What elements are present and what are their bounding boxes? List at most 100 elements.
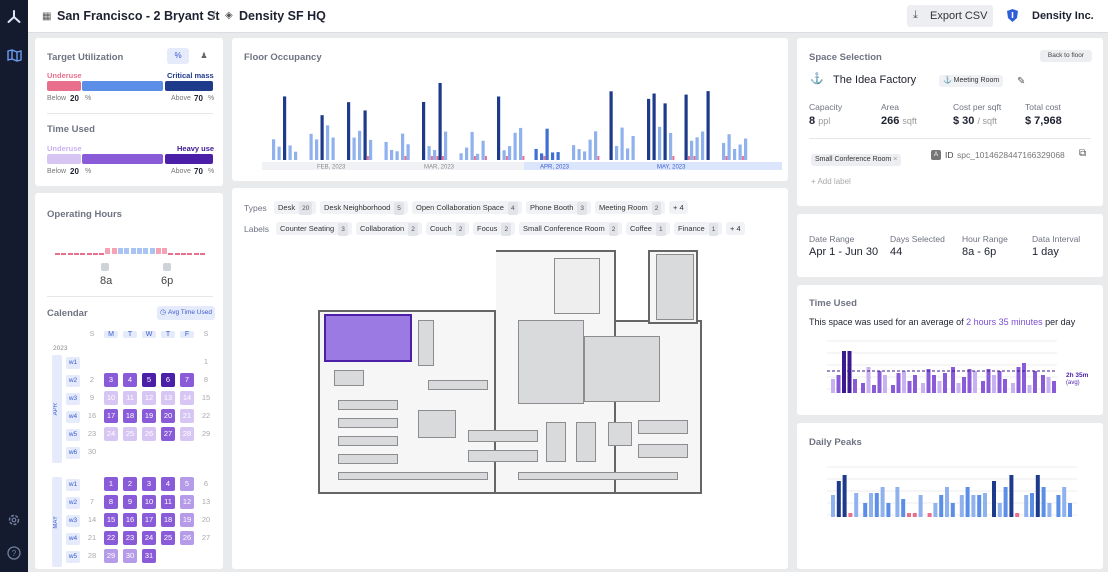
add-label-button[interactable]: + Add label <box>811 177 851 186</box>
desk-cluster[interactable] <box>638 444 688 458</box>
hour-segment[interactable] <box>174 253 180 255</box>
desk-cluster[interactable] <box>468 430 538 442</box>
time-used-bar[interactable] <box>1022 363 1026 393</box>
hour-segment[interactable] <box>143 248 149 254</box>
hour-segment[interactable] <box>181 253 186 255</box>
desk-cluster[interactable] <box>334 370 364 386</box>
occupancy-bar[interactable] <box>438 82 442 160</box>
calendar-day[interactable]: 23 <box>85 427 99 441</box>
occupancy-bar[interactable] <box>652 93 656 160</box>
daily-peak-bar[interactable] <box>848 513 853 517</box>
calendar-day[interactable]: 6 <box>199 477 213 491</box>
edit-pencil-icon[interactable]: ✎ <box>1017 76 1025 87</box>
daily-peak-bar[interactable] <box>1047 503 1052 517</box>
calendar-day[interactable]: 5 <box>142 373 156 387</box>
occupancy-bar[interactable] <box>551 152 555 160</box>
time-used-bar[interactable] <box>872 385 876 393</box>
calendar-day[interactable]: 11 <box>123 391 137 405</box>
occupancy-bar[interactable] <box>583 151 587 160</box>
time-used-bar[interactable] <box>853 379 857 393</box>
calendar-day[interactable]: 26 <box>142 427 156 441</box>
time-used-bar[interactable] <box>921 383 925 393</box>
density-logo-icon[interactable] <box>6 9 22 25</box>
label-chip-small-conference-room[interactable]: Small Conference Room × <box>811 154 902 166</box>
occupancy-bar[interactable] <box>744 138 748 160</box>
heavy-use-bar[interactable] <box>165 154 213 164</box>
calendar-day[interactable]: 25 <box>123 427 137 441</box>
calendar-day[interactable]: 29 <box>199 427 213 441</box>
calendar-day[interactable]: 27 <box>199 531 213 545</box>
filter-chip[interactable]: Desk 20 <box>274 201 317 215</box>
week-label[interactable]: w4 <box>66 411 80 423</box>
occupancy-bar[interactable] <box>588 139 592 160</box>
occupancy-bar[interactable] <box>481 140 485 160</box>
time-used-bar[interactable] <box>962 377 966 393</box>
hour-segment[interactable] <box>67 253 73 255</box>
percent-toggle-icon[interactable]: % <box>167 48 189 64</box>
calendar-day[interactable]: 29 <box>104 549 118 563</box>
week-label[interactable]: w2 <box>66 497 80 509</box>
daily-peak-bar[interactable] <box>912 513 917 517</box>
calendar-day[interactable]: 4 <box>123 373 137 387</box>
time-below-value-input[interactable]: 20 <box>70 167 79 176</box>
calendar-day[interactable]: 11 <box>161 495 175 509</box>
daily-peak-bar[interactable] <box>854 493 859 517</box>
calendar-day[interactable]: 16 <box>123 513 137 527</box>
desk-cluster[interactable] <box>468 450 538 462</box>
time-used-chart[interactable] <box>817 337 1057 395</box>
occupancy-bar[interactable] <box>508 146 512 160</box>
daily-peak-bar[interactable] <box>959 495 964 517</box>
calendar-day[interactable]: 10 <box>142 495 156 509</box>
time-used-bar[interactable] <box>1003 379 1007 393</box>
occupancy-bar[interactable] <box>320 115 324 160</box>
time-used-bar[interactable] <box>956 383 961 393</box>
daily-peak-bar[interactable] <box>939 495 944 517</box>
time-used-bar[interactable] <box>836 375 841 393</box>
occupancy-bar[interactable] <box>727 134 731 160</box>
occupancy-bar[interactable] <box>401 133 405 160</box>
calendar-day[interactable]: 3 <box>104 373 118 387</box>
time-used-bar[interactable] <box>861 383 865 393</box>
calendar-day[interactable]: 2 <box>85 373 99 387</box>
settings-gear-icon[interactable] <box>6 512 22 528</box>
hour-segment[interactable] <box>105 248 111 254</box>
occupancy-bar[interactable] <box>352 137 356 160</box>
daily-peak-bar[interactable] <box>992 481 996 517</box>
desk-cluster[interactable] <box>418 410 456 438</box>
hour-segment[interactable] <box>168 253 174 255</box>
time-used-bar[interactable] <box>883 375 887 393</box>
occupancy-bar[interactable] <box>594 131 598 160</box>
calendar-day[interactable]: 26 <box>180 531 194 545</box>
occupancy-bar[interactable] <box>701 131 705 160</box>
filter-chip[interactable]: Phone Booth 3 <box>526 201 591 215</box>
calendar-day[interactable]: 19 <box>180 513 194 527</box>
calendar-day[interactable]: 20 <box>161 409 175 423</box>
calendar-day[interactable]: 27 <box>161 427 175 441</box>
hour-segment[interactable] <box>199 253 205 255</box>
occupancy-bar[interactable] <box>406 144 410 160</box>
desk-cluster[interactable] <box>576 422 596 462</box>
calendar-day[interactable]: 30 <box>85 445 99 459</box>
daily-peak-bar[interactable] <box>1056 495 1061 517</box>
daily-peak-bar[interactable] <box>1035 475 1040 517</box>
calendar-day[interactable]: 14 <box>180 391 194 405</box>
calendar-day[interactable]: 16 <box>85 409 99 423</box>
calendar-day[interactable]: 10 <box>104 391 118 405</box>
calendar-day[interactable]: 22 <box>199 409 213 423</box>
desk-cluster[interactable] <box>338 418 398 428</box>
daily-peak-bar[interactable] <box>1068 503 1072 517</box>
occupancy-bar[interactable] <box>309 133 313 160</box>
time-used-bar[interactable] <box>997 371 1002 393</box>
daily-peak-bar[interactable] <box>1041 487 1046 517</box>
occupancy-bar[interactable] <box>476 153 480 160</box>
desk-cluster[interactable] <box>338 436 398 446</box>
time-used-bar[interactable] <box>896 373 901 393</box>
calendar-day[interactable]: 5 <box>180 477 194 491</box>
daily-peak-bar[interactable] <box>983 493 987 517</box>
calendar-day[interactable]: 8 <box>199 373 213 387</box>
occupancy-bar[interactable] <box>631 135 635 160</box>
week-label[interactable]: w6 <box>66 447 80 459</box>
hour-segment[interactable] <box>187 253 193 255</box>
export-csv-button[interactable]: ⤓ Export CSV <box>907 5 993 27</box>
time-used-bar[interactable] <box>981 381 985 393</box>
